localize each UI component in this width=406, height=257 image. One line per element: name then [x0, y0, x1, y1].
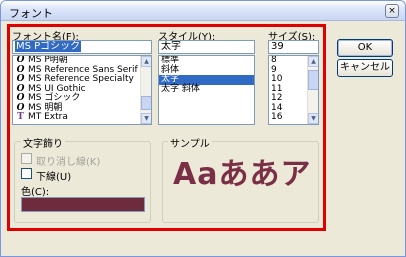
font-list-item[interactable]: T MT Extra — [13, 112, 151, 123]
title-bar: フォント × — [1, 1, 405, 21]
font-list-item-label: MS P明朝 — [28, 55, 68, 65]
font-dialog: フォント × フォント名(F): MS Pゴシック O MS P明朝 O MS Ref… — [0, 0, 406, 257]
close-button[interactable]: × — [385, 4, 399, 18]
size-input[interactable]: 39 — [268, 40, 319, 54]
style-list-item[interactable]: 太字 斜体 — [159, 84, 254, 95]
scroll-thumb[interactable] — [141, 96, 151, 110]
font-list-item-label: MS UI Gothic — [28, 83, 86, 94]
ok-button[interactable]: OK — [337, 39, 393, 57]
strikethrough-checkbox[interactable] — [21, 153, 32, 164]
font-list-item-label: MT Extra — [28, 112, 68, 122]
style-list[interactable]: 標準 斜体 太字 太字 斜体 — [158, 55, 255, 125]
font-list-item-label: MS 明朝 — [28, 102, 63, 113]
underline-label: 下線(U) — [36, 172, 72, 183]
size-list[interactable]: 8 9 10 11 12 14 16 ▲ ▼ — [268, 55, 319, 125]
scroll-up-icon[interactable]: ▲ — [141, 56, 151, 67]
sample-text: Aaああア — [173, 157, 312, 189]
scroll-up-icon[interactable]: ▲ — [308, 56, 318, 67]
font-list-item-label: MS Reference Specialty — [28, 74, 134, 84]
effects-label: 文字飾り — [21, 135, 65, 150]
font-list-item-label: MS Reference Sans Serif — [28, 64, 138, 75]
font-list-scrollbar[interactable]: ▲ ▼ — [140, 56, 151, 124]
cancel-button[interactable]: キャンセル — [337, 59, 393, 77]
underline-checkbox[interactable] — [21, 168, 32, 179]
sample-preview: Aaああア — [167, 149, 314, 189]
scroll-thumb[interactable] — [308, 70, 318, 90]
font-list-item-label: MS ゴシック — [28, 93, 81, 103]
scroll-down-icon[interactable]: ▼ — [308, 113, 318, 124]
size-list-scrollbar[interactable]: ▲ ▼ — [307, 56, 318, 124]
window-title: フォント — [9, 7, 53, 20]
scroll-down-icon[interactable]: ▼ — [141, 113, 151, 124]
color-label: 色(C): — [21, 187, 50, 198]
font-name-value: MS Pゴシック — [15, 41, 82, 52]
font-list[interactable]: O MS P明朝 O MS Reference Sans Serif O MS Refer… — [12, 55, 152, 125]
font-items: O MS P明朝 O MS Reference Sans Serif O MS Refer… — [13, 56, 151, 123]
style-input[interactable]: 太字 — [158, 40, 255, 54]
sample-label: サンプル — [168, 135, 212, 150]
font-name-input[interactable]: MS Pゴシック — [12, 40, 152, 54]
strikethrough-label: 取り消し線(K) — [36, 157, 101, 168]
truetype-icon: T — [17, 112, 24, 122]
style-items: 標準 斜体 太字 太字 斜体 — [159, 56, 254, 94]
color-dropdown[interactable] — [21, 197, 145, 212]
